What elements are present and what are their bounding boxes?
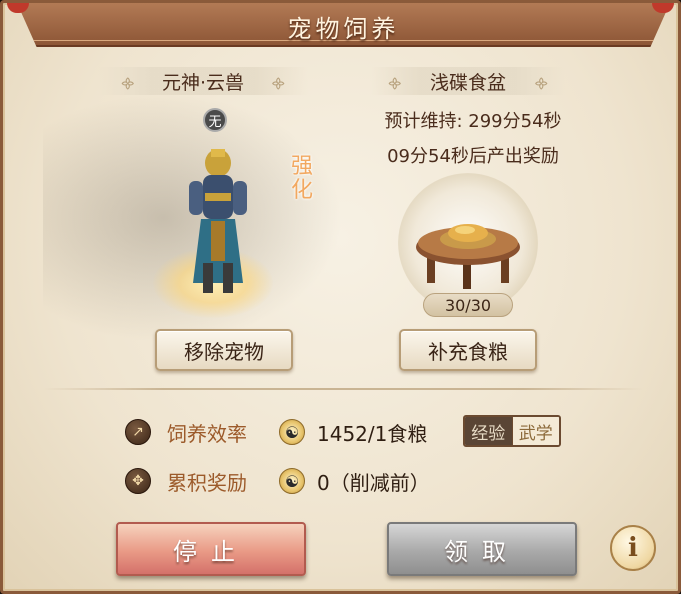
toggle-exp[interactable]: 经验 [465, 417, 512, 445]
food-duration: 预计维持: 299分54秒 [384, 111, 562, 132]
food-bowl-icon[interactable] [413, 213, 523, 293]
reward-value: 0（削减前） [317, 471, 430, 495]
cloud-swirl-icon: ᯽ [270, 76, 287, 92]
reward-countdown: 09分54秒后产出奖励 [387, 146, 559, 167]
pet-feeding-panel: 宠物饲养 ᯽ 元神·云兽 ᯽ 无 强化 移除宠物 ᯽ 浅碟食盆 ᯽ 预计维持: … [0, 0, 681, 594]
info-icon[interactable]: i [610, 525, 656, 571]
food-count: 30/30 [423, 293, 513, 317]
reward-type-toggle: 经验 武学 [463, 415, 561, 447]
window-title: 宠物饲养 [287, 15, 400, 43]
efficiency-trend-icon: ↗ [125, 419, 151, 445]
cloud-swirl-icon: ᯽ [387, 76, 403, 92]
pet-name: 元神·云兽 [161, 71, 245, 94]
efficiency-value: 1452/1食粮 [317, 422, 428, 446]
stop-button[interactable]: 停止 [116, 522, 306, 576]
section-divider [43, 388, 643, 390]
remove-pet-button[interactable]: 移除宠物 [155, 329, 293, 371]
food-name-plate: ᯽ 浅碟食盆 ᯽ [371, 67, 565, 95]
enhance-tag: 强化 [290, 154, 313, 203]
yinyang-icon: ☯ [279, 468, 305, 494]
pet-attribute-badge: 无 [203, 108, 227, 132]
pet-figure-icon[interactable] [173, 143, 263, 303]
claim-button[interactable]: 领取 [387, 522, 577, 576]
cloud-swirl-icon: ᯽ [533, 76, 550, 92]
reward-gear-icon: ✥ [125, 468, 151, 494]
efficiency-label: 饲养效率 [167, 422, 247, 446]
refill-food-button[interactable]: 补充食粮 [399, 329, 537, 371]
food-name: 浅碟食盆 [429, 71, 506, 94]
pet-name-plate: ᯽ 元神·云兽 ᯽ [98, 67, 308, 95]
cloud-swirl-icon: ᯽ [120, 76, 136, 92]
yinyang-icon: ☯ [279, 419, 305, 445]
reward-label: 累积奖励 [167, 471, 247, 495]
toggle-martial[interactable]: 武学 [511, 417, 559, 445]
